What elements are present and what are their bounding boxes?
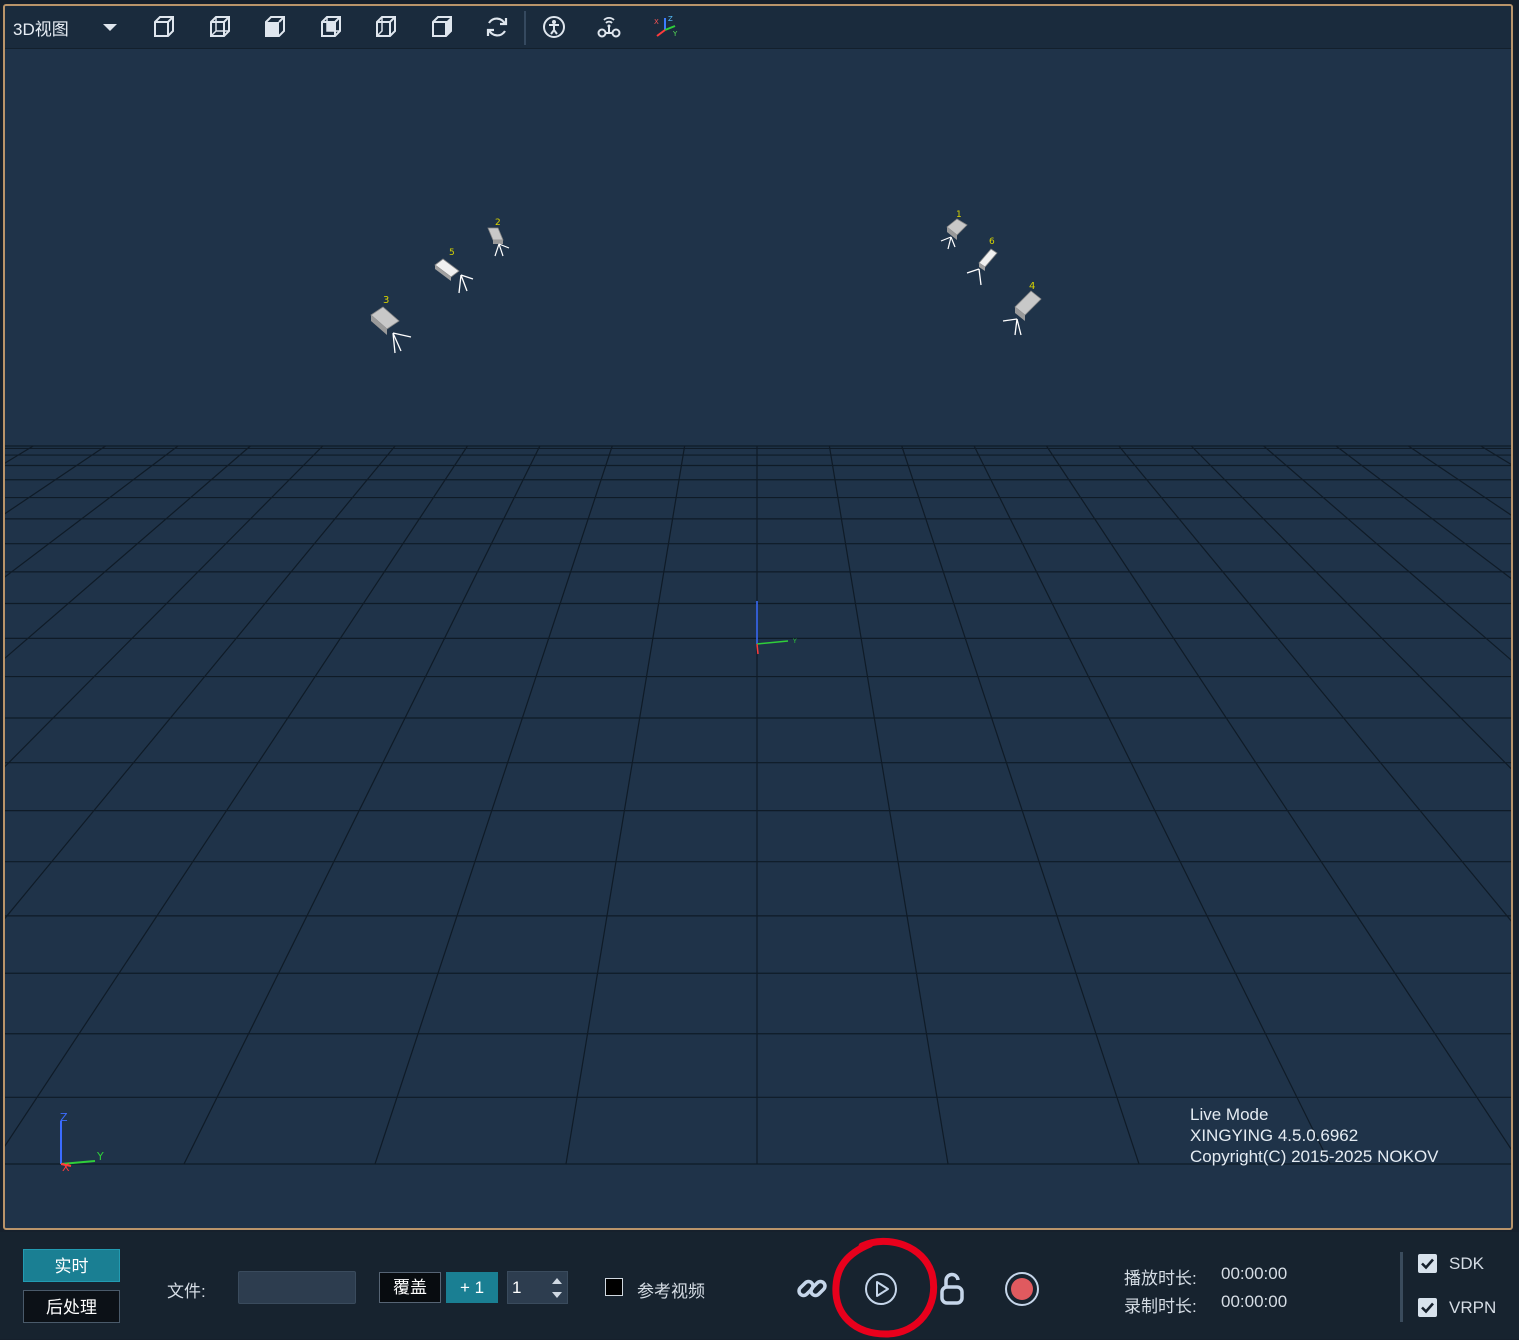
svg-text:Z: Z	[668, 15, 673, 23]
bottom-control-bar: 实时 后处理 文件: 覆盖 + 1 1 参考视频 播放时长: 00:00:00 …	[0, 1232, 1519, 1339]
corner-axis-x-label: X	[62, 1161, 70, 1174]
file-label: 文件:	[167, 1282, 206, 1301]
overwrite-button[interactable]: 覆盖	[379, 1272, 441, 1303]
check-icon	[1421, 1302, 1434, 1314]
record-button[interactable]	[1003, 1270, 1041, 1308]
grid-line	[1480, 445, 1511, 465]
camera-5-label: 5	[449, 248, 455, 258]
grid-line	[374, 445, 613, 1165]
cube-front-icon[interactable]	[149, 13, 179, 41]
scene-canvas[interactable]: Y Z Y X 1 2 3 4 5 6	[5, 49, 1511, 1225]
check-icon	[1421, 1258, 1434, 1270]
grid-line	[1118, 445, 1511, 922]
stepper-value: 1	[512, 1278, 522, 1297]
camera-1-label: 1	[956, 210, 962, 220]
link-icon[interactable]	[794, 1270, 830, 1306]
playback-duration-value: 00:00:00	[1221, 1264, 1288, 1283]
camera-2[interactable]: 2	[487, 218, 510, 257]
copyright-text: Copyright(C) 2015-2025 NOKOV	[1190, 1147, 1439, 1166]
view-mode-dropdown[interactable]: 3D视图	[13, 14, 117, 40]
grid-line	[5, 445, 34, 464]
camera-3[interactable]: 3	[370, 295, 412, 354]
grid-line	[5, 445, 468, 1147]
realtime-button[interactable]: 实时	[23, 1249, 120, 1282]
grid-line	[5, 445, 179, 578]
camera-4-label: 4	[1029, 281, 1035, 292]
grid-line	[5, 445, 251, 659]
app-window: 3D视图 X Z Y Y Z Y X 1 2 3 4 5 6 Live Mode…	[0, 0, 1519, 1339]
refresh-icon[interactable]	[482, 13, 512, 41]
sdk-label: SDK	[1449, 1254, 1484, 1273]
camera-2-label: 2	[495, 218, 501, 228]
origin-axis: Y	[756, 601, 797, 655]
cube-bottom-icon[interactable]	[371, 13, 401, 41]
camera-3-label: 3	[383, 295, 389, 306]
grid-line	[828, 445, 949, 1165]
3d-viewport[interactable]: 3D视图 X Z Y Y Z Y X 1 2 3 4 5 6 Live Mode…	[3, 4, 1513, 1230]
skeleton-icon[interactable]	[539, 13, 569, 41]
status-overlay: Live Mode XINGYING 4.5.0.6962 Copyright(…	[1190, 1104, 1439, 1167]
camera-4[interactable]: 4	[1002, 281, 1042, 336]
stepper-down-icon[interactable]	[552, 1292, 562, 1298]
device-icon[interactable]	[594, 13, 624, 41]
postprocess-button[interactable]: 后处理	[23, 1290, 120, 1323]
camera-5[interactable]: 5	[434, 248, 474, 294]
reference-video-checkbox[interactable]	[605, 1278, 623, 1296]
origin-axis-y-label: Y	[792, 638, 797, 645]
grid-line	[1408, 445, 1511, 516]
record-duration-label: 录制时长:	[1124, 1297, 1197, 1316]
grid-line	[183, 445, 541, 1165]
grid-line	[1335, 445, 1511, 580]
chevron-down-icon[interactable]	[102, 23, 117, 31]
grid-line	[1263, 445, 1511, 661]
reference-video-label: 参考视频	[637, 1282, 705, 1301]
grid-line	[565, 445, 686, 1165]
playback-duration-label: 播放时长:	[1124, 1269, 1197, 1288]
increment-button[interactable]: + 1	[446, 1272, 498, 1303]
grid-line	[5, 445, 324, 768]
grid-line	[973, 445, 1331, 1165]
corner-axis-y-label: Y	[96, 1150, 104, 1163]
grid-line	[1046, 445, 1511, 1150]
file-field[interactable]	[238, 1271, 356, 1304]
svg-text:X: X	[654, 18, 659, 26]
red-annotation-circle	[832, 1237, 938, 1338]
record-duration-value: 00:00:00	[1221, 1292, 1288, 1311]
camera-6-label: 6	[989, 237, 995, 247]
vrpn-label: VRPN	[1449, 1298, 1497, 1317]
mode-text: Live Mode	[1190, 1105, 1269, 1124]
version-text: XINGYING 4.5.0.6962	[1190, 1126, 1359, 1145]
viewport-toolbar: 3D视图 X Z Y	[5, 6, 1511, 49]
take-number-stepper[interactable]: 1	[507, 1271, 568, 1304]
vrpn-checkbox[interactable]	[1418, 1298, 1437, 1317]
toolbar-divider	[524, 11, 526, 45]
cube-side-icon[interactable]	[260, 13, 290, 41]
cube-right-icon[interactable]	[427, 13, 457, 41]
corner-axis-z-label: Z	[60, 1111, 68, 1124]
cube-top-icon[interactable]	[316, 13, 346, 41]
stepper-up-icon[interactable]	[552, 1278, 562, 1284]
cube-back-icon[interactable]	[205, 13, 235, 41]
axis-icon[interactable]: X ZY	[650, 13, 680, 41]
grid-line	[901, 445, 1140, 1165]
view-mode-label: 3D视图	[13, 19, 69, 39]
grid-line	[5, 445, 106, 515]
camera-6[interactable]: 6	[966, 237, 998, 286]
divider	[1400, 1252, 1403, 1322]
grid-line	[1190, 445, 1511, 770]
camera-1[interactable]: 1	[940, 210, 968, 250]
sdk-checkbox[interactable]	[1418, 1254, 1437, 1273]
floor-grid	[5, 445, 1511, 1165]
svg-text:Y: Y	[672, 30, 678, 38]
unlock-icon[interactable]	[936, 1270, 970, 1308]
